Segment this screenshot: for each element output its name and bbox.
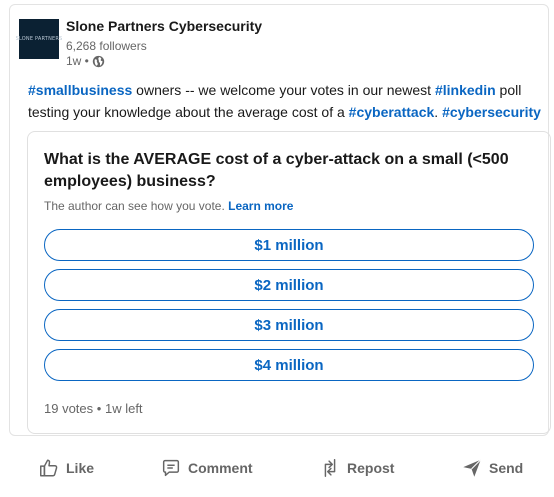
repost-button[interactable]: Repost	[319, 454, 394, 482]
poll-option-4[interactable]: $4 million	[44, 349, 534, 381]
like-label: Like	[66, 460, 95, 476]
hashtag-link[interactable]: #cybersecurity	[442, 104, 541, 120]
hashtag-link[interactable]: #cyberattack	[349, 104, 435, 120]
comment-label: Comment	[188, 460, 253, 476]
poll-time-left: 1w left	[104, 401, 143, 416]
poll-vote-count[interactable]: 19 votes	[44, 401, 93, 416]
paper-plane-icon	[463, 459, 482, 477]
post-header: SLONE PARTNERS Slone Partners Cybersecur…	[16, 15, 539, 71]
post-action-bar: Like Comment Repost Send	[9, 446, 549, 490]
post-time: 1w •	[66, 54, 105, 68]
poll-option-1[interactable]: $1 million	[44, 229, 534, 261]
hashtag-link[interactable]: #smallbusiness	[28, 82, 132, 98]
follower-count: 6,268 followers	[66, 39, 147, 53]
poll-option-3[interactable]: $3 million	[44, 309, 534, 341]
send-button[interactable]: Send	[461, 454, 523, 482]
poll-notice-text: The author can see how you vote.	[44, 199, 225, 213]
globe-icon	[92, 55, 105, 67]
thumbs-up-icon	[40, 459, 58, 477]
poll-card: What is the AVERAGE cost of a cyber-atta…	[27, 131, 551, 434]
post-text-segment: .	[434, 104, 443, 120]
send-label: Send	[489, 460, 524, 476]
post-body-text: #smallbusiness owners -- we welcome your…	[28, 79, 548, 123]
post-time-text: 1w •	[66, 54, 89, 68]
like-button[interactable]: Like	[38, 454, 94, 482]
repost-arrows-icon	[324, 459, 336, 477]
poll-option-2[interactable]: $2 million	[44, 269, 534, 301]
poll-meta-separator: •	[96, 401, 102, 416]
speech-bubble-icon	[162, 459, 180, 477]
company-logo[interactable]: SLONE PARTNERS	[16, 19, 62, 59]
poll-meta: 19 votes • 1w left	[44, 401, 143, 416]
comment-button[interactable]: Comment	[160, 454, 253, 482]
post-text-segment: owners -- we welcome your votes in our n…	[132, 82, 435, 98]
poll-question: What is the AVERAGE cost of a cyber-atta…	[44, 151, 509, 190]
company-name[interactable]: Slone Partners Cybersecurity	[66, 18, 262, 34]
post-card: SLONE PARTNERS Slone Partners Cybersecur…	[9, 4, 551, 436]
repost-label: Repost	[347, 460, 395, 476]
poll-vote-notice: The author can see how you vote. Learn m…	[44, 199, 293, 213]
learn-more-link[interactable]: Learn more	[228, 199, 293, 213]
hashtag-link[interactable]: #linkedin	[435, 82, 496, 98]
company-logo-text: SLONE PARTNERS	[15, 36, 63, 42]
